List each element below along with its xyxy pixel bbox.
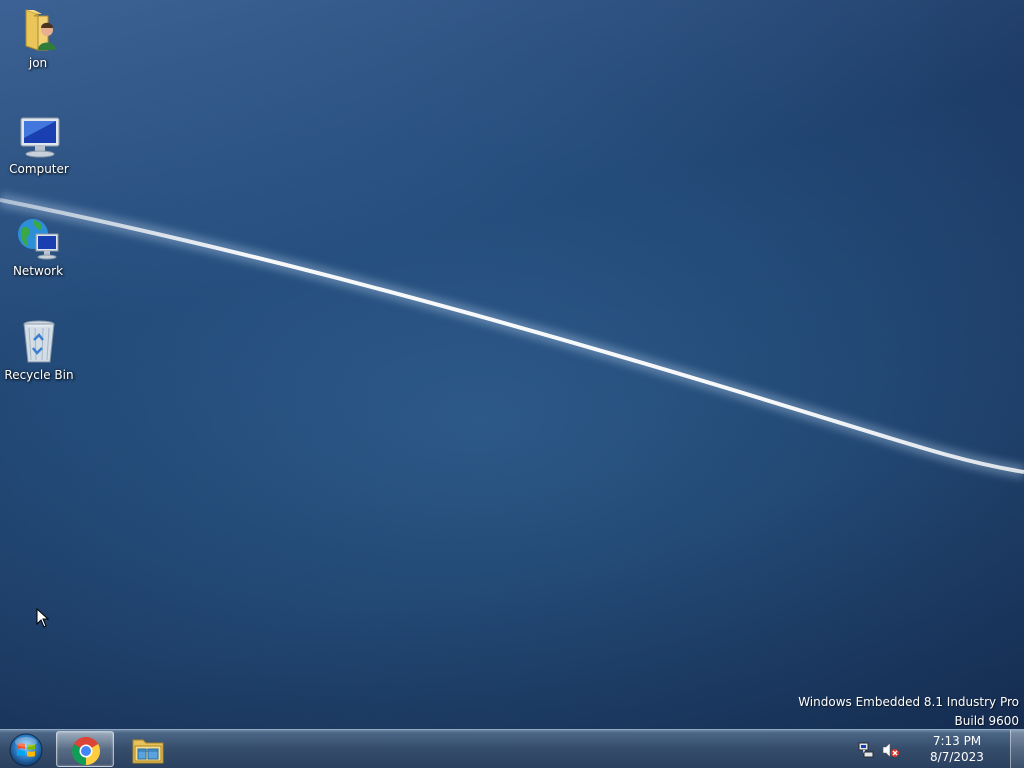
desktop-icon-label: jon: [28, 56, 48, 70]
desktop-icon-recycle-bin[interactable]: Recycle Bin: [1, 318, 77, 382]
chrome-icon: [72, 737, 100, 765]
taskbar: 7:13 PM 8/7/2023: [0, 729, 1024, 768]
desktop-icon-label: Network: [12, 264, 64, 278]
windows-start-icon: [9, 733, 43, 767]
desktop-icon-user-folder[interactable]: jon: [0, 6, 76, 70]
mouse-cursor-icon: [36, 608, 50, 628]
start-button[interactable]: [6, 731, 46, 768]
user-folder-icon: [14, 6, 62, 54]
watermark-build: Build 9600: [954, 714, 1019, 728]
network-icon: [14, 214, 62, 262]
volume-muted-icon[interactable]: [882, 742, 900, 758]
clock-time: 7:13 PM: [932, 734, 982, 748]
clock[interactable]: 7:13 PM 8/7/2023: [912, 733, 1002, 765]
file-explorer-icon: [132, 739, 164, 764]
desktop-icon-computer[interactable]: Computer: [1, 112, 77, 176]
computer-icon: [15, 112, 63, 160]
windows-version-watermark: Windows Embedded 8.1 Industry Pro Build …: [798, 693, 1019, 729]
desktop[interactable]: jon Computer Network Recycle Bin Windows…: [0, 0, 1024, 729]
taskbar-button-chrome[interactable]: [56, 731, 114, 767]
clock-date: 8/7/2023: [930, 750, 984, 764]
desktop-icon-label: Recycle Bin: [4, 368, 74, 382]
taskbar-button-file-explorer[interactable]: [118, 731, 176, 767]
desktop-icon-network[interactable]: Network: [0, 214, 76, 278]
recycle-bin-icon: [15, 318, 63, 366]
network-tray-icon[interactable]: [858, 742, 874, 758]
watermark-edition: Windows Embedded 8.1 Industry Pro: [798, 695, 1019, 709]
show-desktop-button[interactable]: [1010, 730, 1024, 768]
wallpaper-light-streak: [0, 193, 1024, 479]
desktop-icon-label: Computer: [9, 162, 69, 176]
